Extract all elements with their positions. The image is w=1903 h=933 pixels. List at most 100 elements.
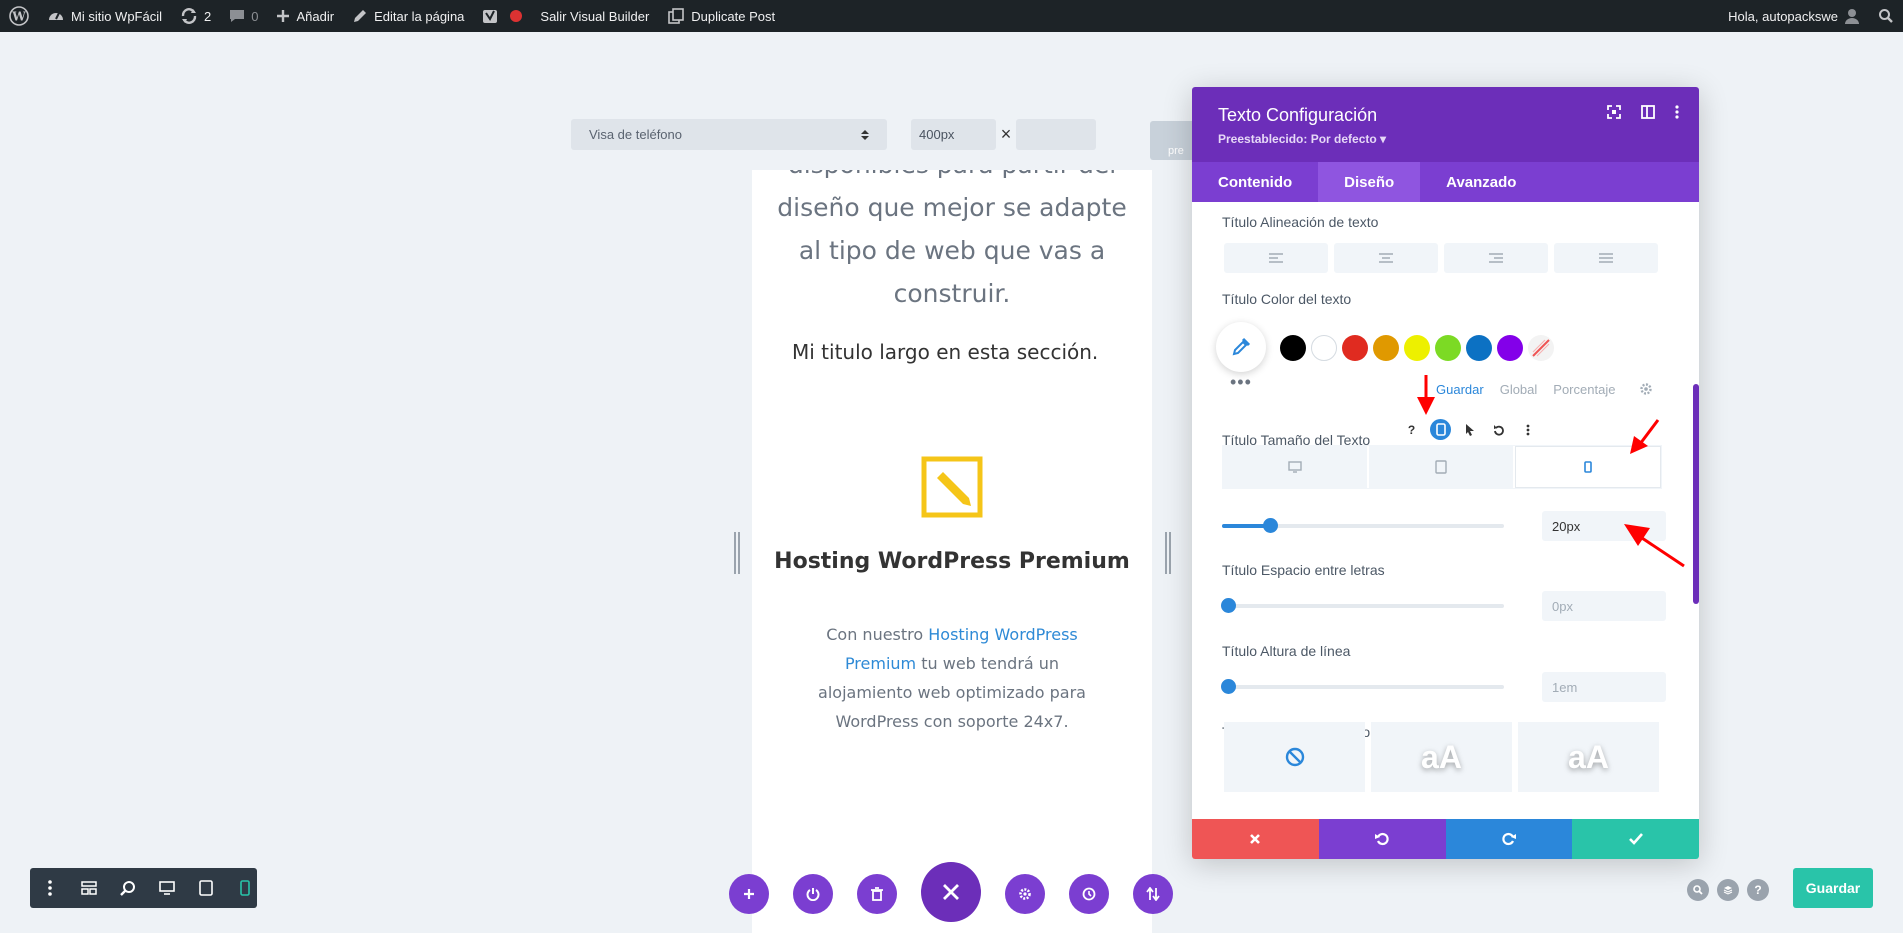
color-tab-percent[interactable]: Porcentaje — [1553, 382, 1615, 399]
search-icon — [1879, 9, 1893, 23]
no-color-icon — [1532, 339, 1550, 357]
clear-color-button[interactable] — [1528, 335, 1554, 361]
line-height-input[interactable]: 1em — [1542, 672, 1666, 702]
color-swatch[interactable] — [1404, 335, 1430, 361]
yoast-icon — [483, 10, 498, 23]
long-title-text[interactable]: Mi titulo largo en esta sección. — [792, 340, 1098, 364]
exit-builder-link[interactable]: Salir Visual Builder — [531, 0, 658, 32]
desktop-tab[interactable] — [1223, 446, 1369, 488]
letter-spacing-slider-knob[interactable] — [1221, 598, 1236, 613]
color-picker-button[interactable] — [1216, 322, 1266, 372]
page-settings-button[interactable] — [1005, 874, 1045, 914]
history-button[interactable] — [1069, 874, 1109, 914]
preview-height-input[interactable] — [1016, 119, 1096, 150]
color-swatch[interactable] — [1280, 335, 1306, 361]
letter-spacing-slider[interactable] — [1221, 598, 1504, 613]
color-swatch[interactable] — [1311, 335, 1337, 361]
color-tab-global[interactable]: Global — [1500, 382, 1538, 399]
resize-handle-left[interactable] — [734, 532, 740, 574]
align-center-button[interactable] — [1334, 243, 1438, 273]
desktop-view-icon[interactable] — [156, 876, 179, 900]
pencil-icon — [354, 10, 367, 22]
wireframe-icon[interactable] — [77, 876, 100, 900]
line-height-slider[interactable] — [1221, 679, 1504, 694]
responsive-toggle-icon[interactable] — [1430, 419, 1451, 440]
align-left-button[interactable] — [1224, 243, 1328, 273]
letter-spacing-input[interactable]: 0px — [1542, 591, 1666, 621]
save-page-button[interactable]: Guardar — [1793, 868, 1873, 908]
comments-link[interactable]: 0 — [220, 0, 267, 32]
color-swatch[interactable] — [1342, 335, 1368, 361]
load-layout-button[interactable] — [793, 874, 833, 914]
clear-layout-button[interactable] — [857, 874, 897, 914]
add-module-button[interactable] — [729, 874, 769, 914]
eyedropper-icon — [1232, 337, 1251, 356]
align-right-button[interactable] — [1444, 243, 1548, 273]
add-new-link[interactable]: Añadir — [267, 0, 343, 32]
user-account-link[interactable]: Hola, autopackswe — [1719, 0, 1869, 32]
annotation-arrow-icon — [1624, 524, 1685, 568]
wordpress-logo-icon[interactable]: W — [0, 0, 38, 32]
tab-contenido[interactable]: Contenido — [1192, 162, 1318, 202]
admin-search-button[interactable] — [1869, 0, 1903, 32]
search-icon[interactable] — [1687, 879, 1709, 901]
check-icon — [1628, 833, 1643, 845]
redo-button[interactable] — [1445, 819, 1573, 859]
duplicate-post-link[interactable]: Duplicate Post — [658, 0, 784, 32]
tab-avanzado[interactable]: Avanzado — [1420, 162, 1542, 202]
color-swatch[interactable] — [1373, 335, 1399, 361]
view-mode-select[interactable]: Visa de teléfono — [571, 119, 887, 150]
phone-view-icon[interactable] — [234, 876, 257, 900]
tablet-tab[interactable] — [1369, 446, 1515, 488]
dock-panel-icon[interactable] — [1641, 105, 1655, 124]
view-mode-toolbar — [30, 868, 257, 908]
modal-scrollbar[interactable] — [1693, 384, 1699, 604]
portability-button[interactable] — [1133, 874, 1173, 914]
preset-selector[interactable]: Preestablecido: Por defecto ▾ — [1218, 132, 1673, 146]
undo-button[interactable] — [1318, 819, 1446, 859]
more-colors-icon[interactable]: ••• — [1230, 372, 1252, 393]
help-icon[interactable]: ? — [1747, 879, 1769, 901]
layers-icon[interactable] — [1717, 879, 1739, 901]
zoom-icon[interactable] — [116, 876, 139, 900]
font-size-slider-knob[interactable] — [1262, 518, 1278, 533]
fullscreen-icon[interactable] — [1607, 105, 1621, 124]
user-greeting: Hola, autopackswe — [1728, 8, 1838, 24]
gear-icon[interactable] — [1639, 382, 1653, 399]
align-center-icon — [1379, 253, 1393, 263]
more-vertical-icon[interactable] — [1517, 419, 1538, 440]
yoast-menu[interactable] — [473, 0, 531, 32]
color-tabs: Guardar Global Porcentaje — [1436, 382, 1653, 399]
preview-size-bar: Visa de teléfono 400px × — [571, 119, 1096, 150]
preview-width-input[interactable]: 400px — [911, 119, 996, 150]
font-size-slider[interactable] — [1222, 518, 1504, 533]
builder-toolbar — [729, 862, 1197, 922]
discard-button[interactable] — [1192, 819, 1319, 859]
hover-cursor-icon[interactable] — [1459, 419, 1480, 440]
reset-icon[interactable] — [1488, 419, 1509, 440]
color-swatch[interactable] — [1466, 335, 1492, 361]
close-builder-button[interactable] — [921, 862, 981, 922]
color-swatch[interactable] — [1497, 335, 1523, 361]
menu-dots-icon[interactable] — [38, 876, 61, 900]
tablet-view-icon[interactable] — [195, 876, 218, 900]
save-changes-button[interactable] — [1572, 819, 1699, 859]
color-swatch[interactable] — [1435, 335, 1461, 361]
blurb-text-before: Con nuestro — [826, 625, 929, 644]
align-justify-icon — [1599, 253, 1613, 263]
line-height-slider-knob[interactable] — [1221, 679, 1236, 694]
option-tools: ? — [1401, 419, 1538, 440]
updates-link[interactable]: 2 — [171, 0, 220, 32]
tab-diseno[interactable]: Diseño — [1318, 162, 1421, 202]
color-tab-save[interactable]: Guardar — [1436, 382, 1484, 399]
help-icon[interactable]: ? — [1401, 419, 1422, 440]
site-name-link[interactable]: Mi sitio WpFácil — [38, 0, 171, 32]
phone-preview-frame: disponibles para partir del diseño que m… — [752, 170, 1152, 933]
site-name: Mi sitio WpFácil — [71, 8, 163, 24]
resize-handle-right[interactable] — [1165, 532, 1171, 574]
modal-tabs: Contenido Diseño Avanzado — [1192, 162, 1699, 202]
edit-page-link[interactable]: Editar la página — [343, 0, 473, 32]
align-justify-button[interactable] — [1554, 243, 1658, 273]
more-options-icon[interactable] — [1675, 105, 1679, 124]
alignment-label: Título Alineación de texto — [1222, 214, 1379, 230]
